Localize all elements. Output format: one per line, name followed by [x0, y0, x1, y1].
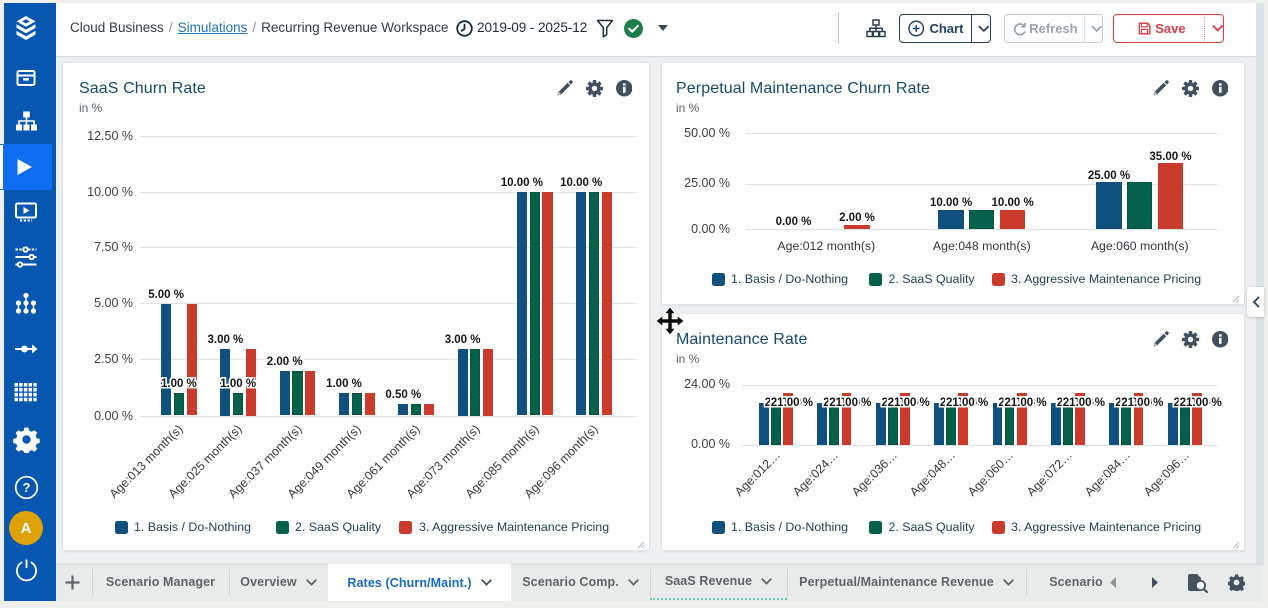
svg-text:?: ?: [22, 480, 30, 495]
